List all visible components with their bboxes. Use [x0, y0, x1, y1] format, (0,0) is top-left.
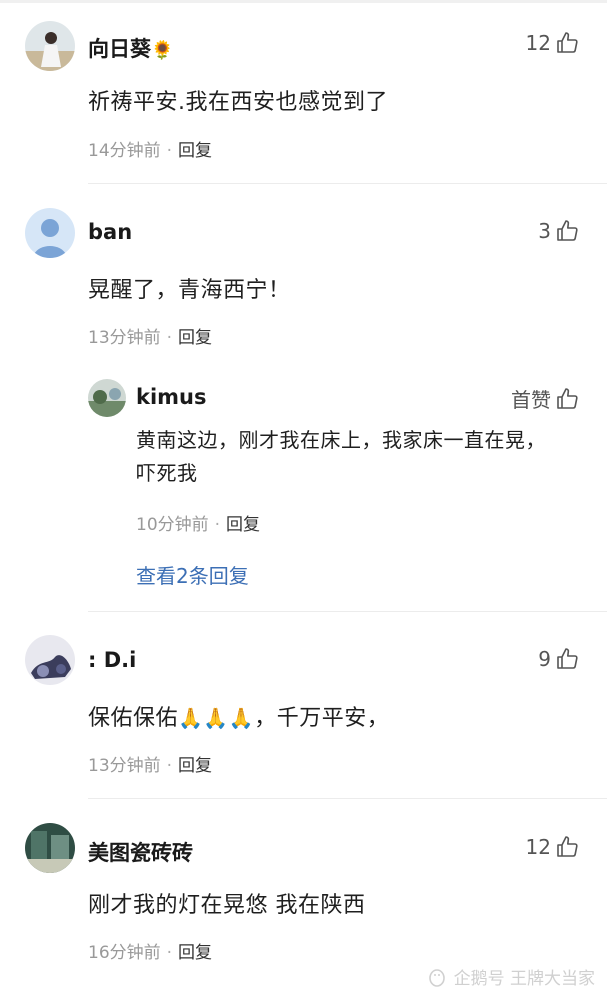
- like-count: 3: [538, 219, 551, 243]
- comment-text: 保佑保佑🙏🙏🙏，千万平安，: [88, 706, 390, 731]
- avatar[interactable]: [25, 208, 75, 258]
- reply-button[interactable]: 回复: [178, 141, 212, 161]
- like-count: 12: [525, 31, 551, 55]
- comment-username[interactable]: : D.i: [88, 648, 136, 672]
- reply-meta: 10分钟前 · 回复: [136, 510, 260, 535]
- reply-text: 黄南这边，刚才我在床上，我家床一直在晃，吓死我: [136, 428, 546, 485]
- comment-time: 13分钟前: [88, 756, 161, 776]
- comment-meta: 13分钟前 · 回复: [88, 323, 212, 348]
- penguin-logo-icon: [428, 968, 445, 987]
- comment-meta: 16分钟前 · 回复: [88, 938, 212, 963]
- thumbs-up-icon: [557, 220, 578, 241]
- reply-button[interactable]: 回复: [178, 943, 212, 963]
- reply-time: 10分钟前: [136, 515, 209, 535]
- like-button[interactable]: 3: [538, 219, 579, 243]
- comment-meta: 14分钟前 · 回复: [88, 136, 212, 161]
- reply-username[interactable]: kimus: [136, 385, 207, 409]
- thumbs-up-icon: [557, 836, 578, 857]
- reply-button[interactable]: 回复: [178, 328, 212, 348]
- comment-meta: 13分钟前 · 回复: [88, 751, 212, 776]
- comment-username[interactable]: 美图瓷砖砖: [88, 837, 193, 867]
- thumbs-up-icon: [557, 32, 578, 53]
- meta-separator: ·: [166, 328, 173, 348]
- comment-time: 16分钟前: [88, 943, 161, 963]
- comment-time: 13分钟前: [88, 328, 161, 348]
- like-button[interactable]: 12: [526, 835, 579, 859]
- view-more-replies-link[interactable]: 查看2条回复: [136, 560, 249, 589]
- thumbs-up-icon: [557, 648, 578, 669]
- like-label: 首赞: [511, 388, 551, 412]
- comment-divider: [88, 183, 607, 184]
- comment-username[interactable]: 向日葵🌻: [88, 33, 173, 63]
- comment-text: 祈祷平安.我在西安也感觉到了: [88, 90, 388, 115]
- comment-divider: [88, 611, 607, 612]
- avatar[interactable]: [25, 823, 75, 873]
- sunflower-emoji: 🌻: [151, 40, 174, 61]
- reply-button[interactable]: 回复: [178, 756, 212, 776]
- comment-text: 晃醒了，青海西宁！: [88, 278, 291, 303]
- meta-separator: ·: [166, 943, 173, 963]
- top-divider: [0, 0, 607, 3]
- avatar[interactable]: [88, 379, 126, 417]
- like-button[interactable]: 12: [526, 31, 579, 55]
- avatar[interactable]: [25, 635, 75, 685]
- comment-divider: [88, 798, 607, 799]
- like-button[interactable]: 首赞: [511, 384, 579, 413]
- meta-separator: ·: [166, 756, 173, 776]
- comment-text: 刚才我的灯在晃悠 我在陕西: [88, 893, 366, 918]
- like-count: 12: [525, 835, 551, 859]
- reply-button[interactable]: 回复: [226, 515, 260, 535]
- watermark-text: 企鹅号 王牌大当家: [453, 969, 595, 989]
- thumbs-up-icon: [557, 387, 578, 409]
- like-button[interactable]: 9: [538, 647, 579, 671]
- avatar[interactable]: [25, 21, 75, 71]
- pray-emoji: 🙏🙏🙏: [178, 706, 255, 730]
- watermark: 企鹅号 王牌大当家: [426, 964, 595, 989]
- like-count: 9: [538, 647, 551, 671]
- comment-username[interactable]: ban: [88, 220, 132, 244]
- meta-separator: ·: [166, 141, 173, 161]
- comment-time: 14分钟前: [88, 141, 161, 161]
- meta-separator: ·: [214, 515, 221, 535]
